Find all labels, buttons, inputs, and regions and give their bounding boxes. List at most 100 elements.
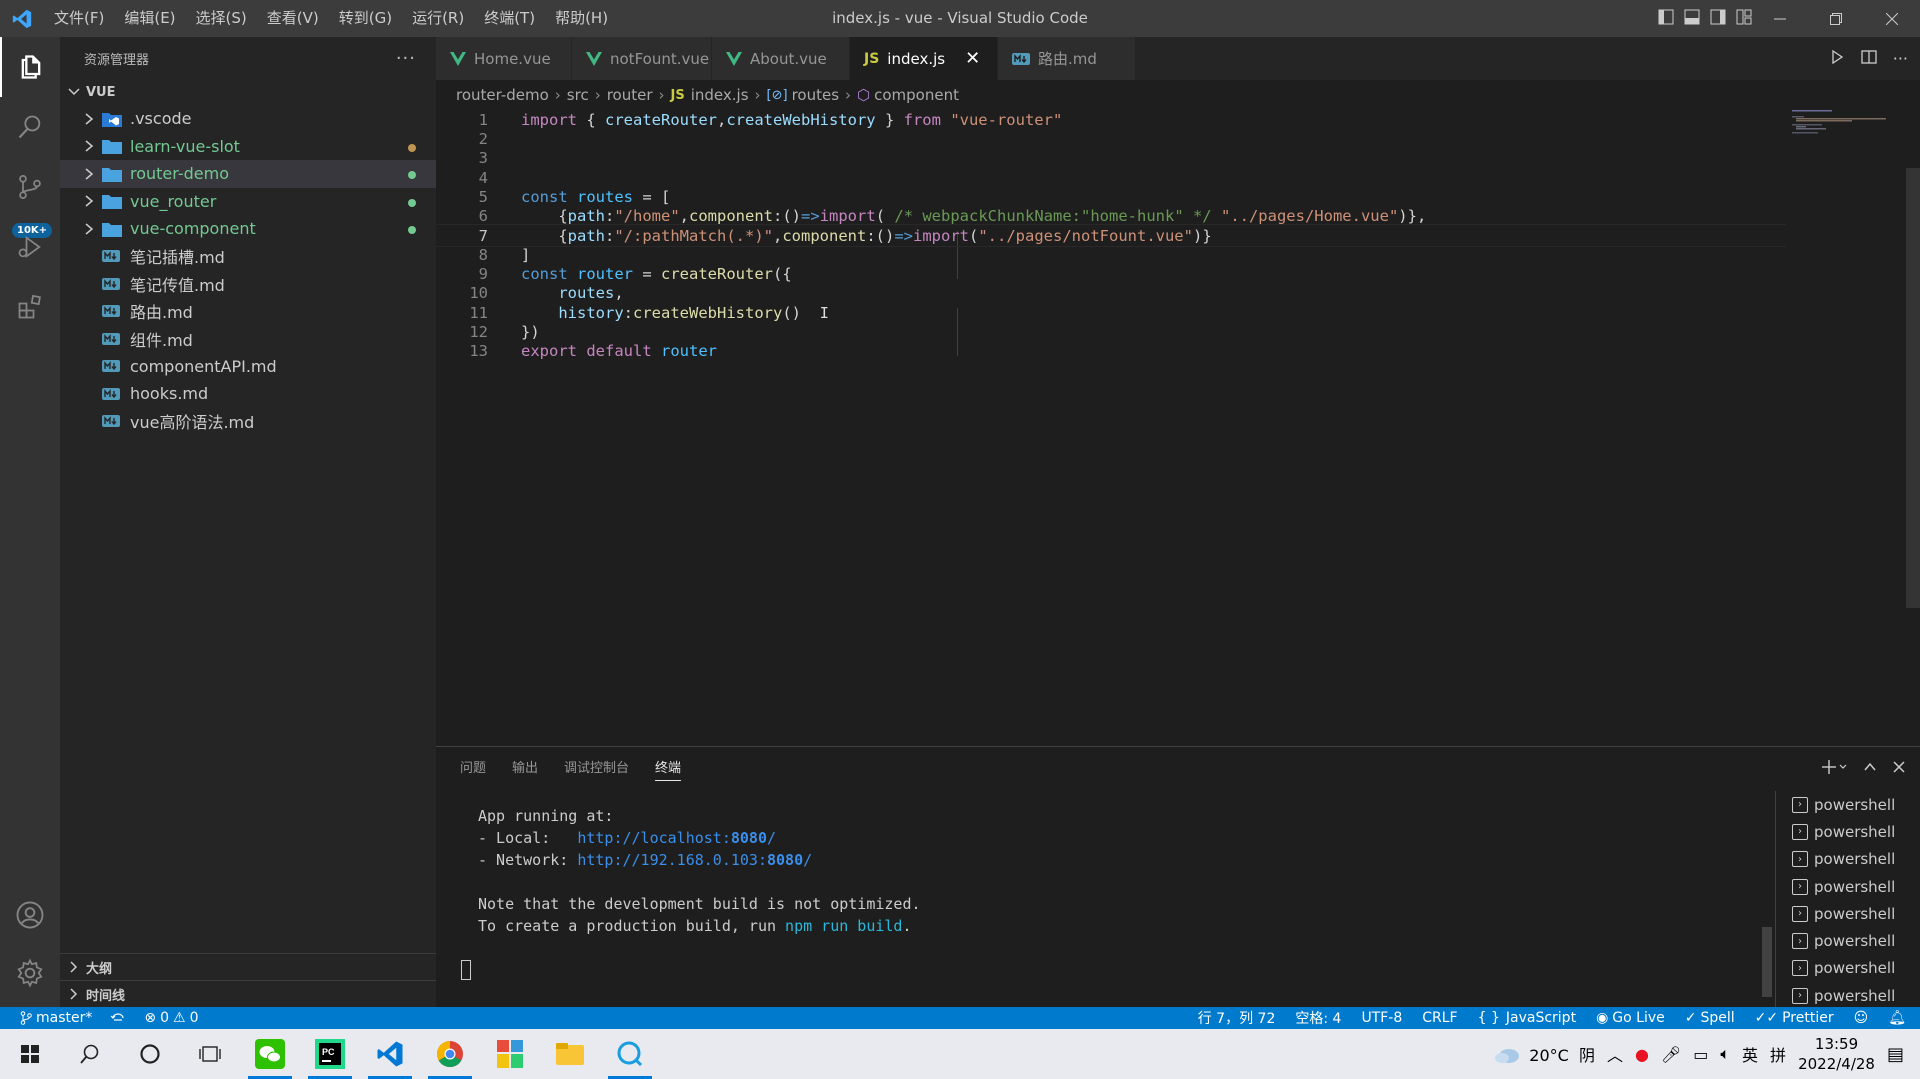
- action-center-icon[interactable]: ▤: [1887, 1044, 1904, 1065]
- battery-icon[interactable]: ▭: [1693, 1045, 1708, 1064]
- file-item[interactable]: 笔记传值.md: [60, 270, 436, 298]
- editor-scrollbar[interactable]: [1906, 168, 1920, 608]
- cursor-position[interactable]: 行 7，列 72: [1198, 1008, 1276, 1028]
- tab-routing-md[interactable]: 路由.md: [998, 37, 1136, 80]
- maximize-panel-icon[interactable]: [1862, 759, 1878, 779]
- close-window-icon[interactable]: [1864, 0, 1920, 37]
- task-view-icon[interactable]: [180, 1029, 240, 1079]
- split-editor-icon[interactable]: [1861, 49, 1877, 69]
- pycharm-app-icon[interactable]: PC: [300, 1029, 360, 1079]
- terminal-instance[interactable]: › powershell: [1776, 900, 1920, 927]
- file-item[interactable]: vue高阶语法.md: [60, 408, 436, 436]
- go-live-button[interactable]: ◉ Go Live: [1596, 1010, 1665, 1026]
- file-explorer-app-icon[interactable]: [540, 1029, 600, 1079]
- local-url-link[interactable]: http://localhost:8080/: [577, 829, 776, 847]
- clock[interactable]: 13:59 2022/4/28: [1798, 1034, 1875, 1074]
- source-control-icon[interactable]: [0, 157, 60, 217]
- terminal-instance[interactable]: › powershell: [1776, 982, 1920, 1008]
- chrome-app-icon[interactable]: [420, 1029, 480, 1079]
- new-terminal-icon[interactable]: [1822, 759, 1848, 779]
- accounts-icon[interactable]: [0, 885, 60, 945]
- file-item[interactable]: 组件.md: [60, 325, 436, 353]
- more-actions-icon[interactable]: ···: [396, 48, 416, 69]
- folder-item[interactable]: .vscode: [60, 105, 436, 133]
- close-tab-icon[interactable]: ✕: [965, 48, 980, 69]
- tab-index-js[interactable]: JS index.js ✕: [850, 37, 998, 80]
- taskbar-search-icon[interactable]: [60, 1029, 120, 1079]
- tab-output[interactable]: 输出: [512, 757, 538, 776]
- weather-widget[interactable]: 20°C 阴: [1493, 1042, 1595, 1066]
- folder-item[interactable]: vue-component: [60, 215, 436, 243]
- folder-item[interactable]: vue_router: [60, 188, 436, 216]
- language-mode[interactable]: { } JavaScript: [1478, 1010, 1576, 1026]
- tab-problems[interactable]: 问题: [460, 757, 486, 776]
- tab-terminal[interactable]: 终端: [655, 757, 682, 781]
- toggle-sidebar-icon[interactable]: [1658, 9, 1674, 29]
- tab-notfount-vue[interactable]: notFount.vue: [572, 37, 712, 80]
- file-item[interactable]: componentAPI.md: [60, 353, 436, 381]
- minimize-icon[interactable]: [1752, 0, 1808, 37]
- indentation[interactable]: 空格: 4: [1295, 1008, 1341, 1028]
- file-item[interactable]: hooks.md: [60, 380, 436, 408]
- encoding[interactable]: UTF-8: [1361, 1010, 1402, 1026]
- more-icon[interactable]: ···: [1893, 49, 1908, 68]
- folder-item[interactable]: learn-vue-slot: [60, 133, 436, 161]
- git-branch[interactable]: master*: [20, 1010, 92, 1026]
- file-item[interactable]: 路由.md: [60, 298, 436, 326]
- settings-gear-icon[interactable]: [0, 943, 60, 1003]
- start-windows-icon[interactable]: [0, 1029, 60, 1079]
- vscode-app-icon[interactable]: [360, 1029, 420, 1079]
- menu-terminal[interactable]: 终端(T): [474, 0, 545, 37]
- volume-icon[interactable]: 🔈︎: [1720, 1044, 1730, 1064]
- timeline-section[interactable]: 时间线: [60, 980, 436, 1007]
- terminal-instance[interactable]: › powershell: [1776, 955, 1920, 982]
- breadcrumb-item[interactable]: router: [607, 86, 653, 104]
- chat-app-icon[interactable]: [600, 1029, 660, 1079]
- menu-run[interactable]: 运行(R): [402, 0, 474, 37]
- record-dot-icon[interactable]: ●: [1635, 1045, 1649, 1064]
- menu-edit[interactable]: 编辑(E): [114, 0, 185, 37]
- tab-home-vue[interactable]: Home.vue: [436, 37, 572, 80]
- sync-icon[interactable]: [110, 1010, 126, 1026]
- tab-about-vue[interactable]: About.vue: [712, 37, 850, 80]
- wechat-app-icon[interactable]: [240, 1029, 300, 1079]
- terminal-instance[interactable]: › powershell: [1776, 846, 1920, 873]
- search-icon[interactable]: [0, 97, 60, 157]
- end-of-line[interactable]: CRLF: [1422, 1010, 1457, 1026]
- run-icon[interactable]: [1829, 49, 1845, 69]
- tab-debug-console[interactable]: 调试控制台: [564, 757, 629, 776]
- menu-file[interactable]: 文件(F): [44, 0, 114, 37]
- feedback-icon[interactable]: ☺: [1854, 1010, 1869, 1026]
- colorful-app-icon[interactable]: [480, 1029, 540, 1079]
- toggle-panel-icon[interactable]: [1684, 9, 1700, 29]
- problems-indicator[interactable]: ⊗ 0 ⚠ 0: [144, 1010, 198, 1026]
- network-url-link[interactable]: http://192.168.0.103:8080/: [577, 851, 812, 869]
- terminal-instance[interactable]: › powershell: [1776, 927, 1920, 954]
- microphone-icon[interactable]: 🎤︎: [1661, 1045, 1681, 1064]
- restore-icon[interactable]: [1808, 0, 1864, 37]
- explorer-icon[interactable]: [0, 37, 60, 97]
- breadcrumb-item[interactable]: component: [874, 86, 959, 104]
- terminal-instance[interactable]: › powershell: [1776, 791, 1920, 818]
- outline-section[interactable]: 大纲: [60, 953, 436, 980]
- code-editor[interactable]: 1 import { createRouter,createWebHistory …: [436, 108, 1920, 746]
- spell-button[interactable]: ✓ Spell: [1685, 1010, 1735, 1026]
- menu-help[interactable]: 帮助(H): [545, 0, 618, 37]
- cortana-circle-icon[interactable]: [120, 1029, 180, 1079]
- toggle-secondary-sidebar-icon[interactable]: [1710, 9, 1726, 29]
- ime-mode[interactable]: 拼: [1770, 1042, 1786, 1066]
- breadcrumb-item[interactable]: index.js: [691, 86, 749, 104]
- breadcrumb-item[interactable]: routes: [792, 86, 839, 104]
- file-item[interactable]: 笔记插槽.md: [60, 243, 436, 271]
- breadcrumb-item[interactable]: src: [567, 86, 589, 104]
- terminal-instance[interactable]: › powershell: [1776, 818, 1920, 845]
- breadcrumb-item[interactable]: router-demo: [456, 86, 549, 104]
- terminal-output[interactable]: App running at: - Local: http://localhost…: [478, 805, 921, 937]
- run-debug-icon[interactable]: [0, 217, 60, 277]
- close-panel-icon[interactable]: [1892, 760, 1906, 778]
- notifications-bell-icon[interactable]: 🔔︎: [1888, 1010, 1906, 1026]
- terminal-scrollbar[interactable]: [1762, 927, 1772, 997]
- folder-item[interactable]: router-demo: [60, 160, 436, 188]
- menu-go[interactable]: 转到(G): [329, 0, 402, 37]
- menu-view[interactable]: 查看(V): [257, 0, 329, 37]
